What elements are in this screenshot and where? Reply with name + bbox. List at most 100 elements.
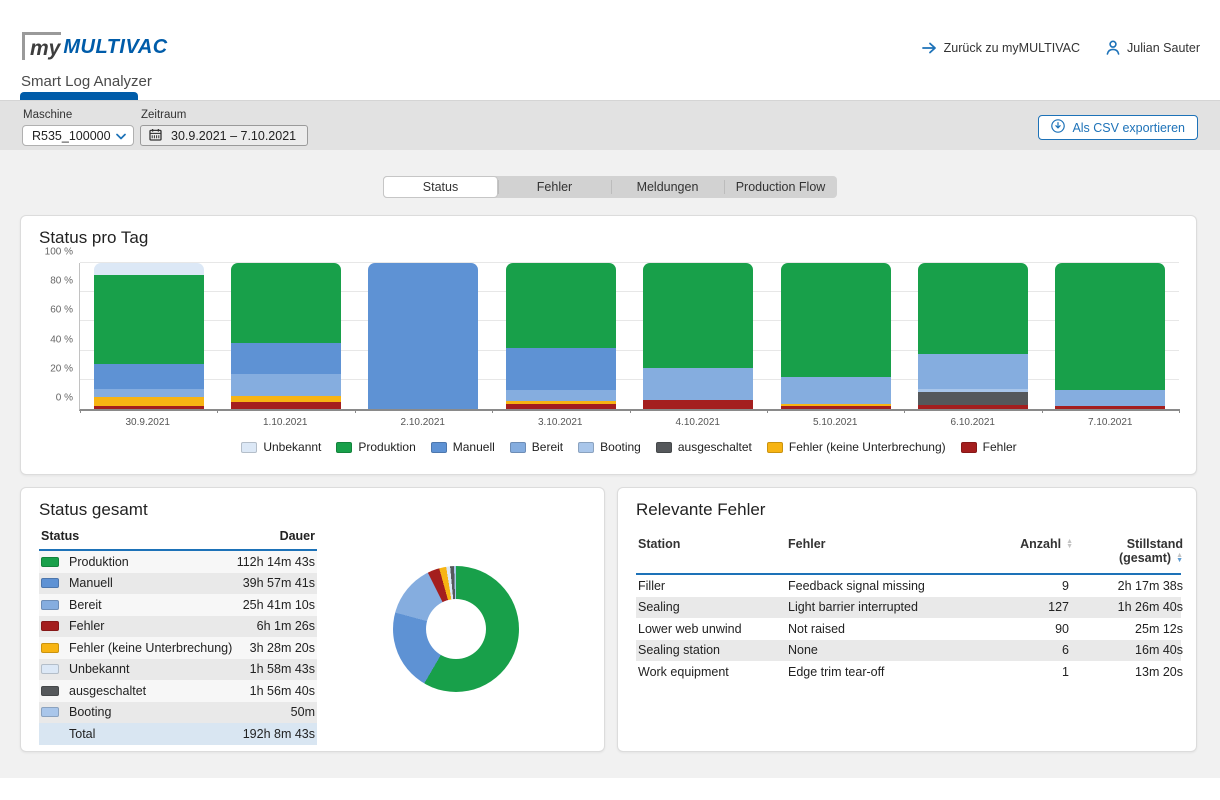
bar-segment-produktion [643,263,753,368]
back-link-label: Zurück zu myMULTIVAC [944,41,1080,55]
stacked-bar [506,263,616,409]
status-duration: 1h 58m 43s [250,662,315,676]
y-axis-label: 0 % [33,393,73,404]
legend-item: Bereit [510,440,563,454]
x-axis-tick [355,409,356,413]
calendar-icon [149,128,162,144]
x-axis-labels: 30.9.20211.10.20212.10.20213.10.20214.10… [79,417,1179,428]
sort-icon-anzahl[interactable]: ▲▼ [1066,540,1073,550]
x-axis-label: 6.10.2021 [904,417,1042,428]
status-swatch [41,686,59,696]
export-csv-button[interactable]: Als CSV exportieren [1038,115,1198,140]
anzahl-column-header[interactable]: Anzahl▲▼ [983,537,1073,565]
status-duration: 39h 57m 41s [243,576,315,590]
legend-swatch [241,442,257,453]
stacked-bar [231,263,341,409]
bar-segment-fehler [231,402,341,409]
bar-group [630,263,767,409]
table-row: Sealing stationNone616m 40s [636,640,1181,662]
stacked-bar-chart: 0 %20 %40 %60 %80 %100 % [79,263,1179,411]
tab-fehler[interactable]: Fehler [498,176,611,198]
user-icon [1106,40,1120,55]
status-label: Manuell [69,576,243,590]
status-swatch [41,643,59,653]
chevron-down-icon [116,129,126,143]
error-count: 1 [983,665,1073,679]
x-axis-label: 2.10.2021 [354,417,492,428]
stacked-bar [918,263,1028,409]
x-axis-tick [904,409,905,413]
status-total-table-header: Status Dauer [39,524,317,551]
legend-item: ausgeschaltet [656,440,752,454]
error-name: Edge trim tear-off [788,665,983,679]
bar-segment-unbekannt [94,263,204,275]
status-duration: 112h 14m 43s [237,555,315,569]
legend-swatch [961,442,977,453]
legend-swatch [767,442,783,453]
x-axis-label: 4.10.2021 [629,417,767,428]
error-station: Filler [638,579,788,593]
table-row-total: Total192h 8m 43s [39,723,317,745]
bar-segment-fehler [94,406,204,409]
status-swatch [41,578,59,588]
error-name: Not raised [788,622,983,636]
bar-segment-bereit [918,354,1028,389]
bar-group [1042,263,1179,409]
stacked-bar [368,263,478,409]
table-row: Work equipmentEdge trim tear-off113m 20s [636,661,1181,683]
logo-brand-text: MULTIVAC [63,36,167,59]
status-duration: 6h 1m 26s [257,619,315,633]
app-header: my MULTIVAC Smart Log Analyzer Zurück zu… [0,0,1220,100]
export-csv-label: Als CSV exportieren [1072,121,1185,135]
bar-segment-produktion [94,275,204,364]
tab-status[interactable]: Status [383,176,498,198]
status-duration: 50m [291,705,315,719]
bar-segment-fehler-keine-unterbrechung- [94,397,204,406]
bar-segment-ausgeschaltet [918,392,1028,406]
bar-segment-bereit [94,389,204,398]
table-row: Manuell39h 57m 41s [39,573,317,595]
table-row: SealingLight barrier interrupted1271h 26… [636,597,1181,619]
bar-group [492,263,629,409]
y-axis-label: 60 % [33,305,73,316]
relevant-errors-table-header: Station Fehler Anzahl▲▼ Stillstand (gesa… [636,530,1181,575]
filter-bar: Maschine Zeitraum R535_100000 30.9.2021 … [0,100,1220,150]
x-axis-tick [767,409,768,413]
machine-select-value: R535_100000 [32,129,111,143]
tab-meldungen[interactable]: Meldungen [611,176,724,198]
bar-segment-bereit [781,377,891,404]
period-datepicker[interactable]: 30.9.2021 – 7.10.2021 [140,125,308,146]
status-swatch [41,621,59,631]
user-menu[interactable]: Julian Sauter [1106,40,1200,55]
status-duration: 25h 41m 10s [243,598,315,612]
table-row: Fehler (keine Unterbrechung)3h 28m 20s [39,637,317,659]
tab-production-flow[interactable]: Production Flow [724,176,837,198]
stillstand-column-header[interactable]: Stillstand (gesamt)▲▼ [1073,537,1183,565]
bar-groups [80,263,1179,409]
legend-item: Manuell [431,440,495,454]
mymultivac-logo[interactable]: my MULTIVAC [22,32,168,60]
relevant-errors-title: Relevante Fehler [636,500,765,520]
machine-select[interactable]: R535_100000 [22,125,134,146]
y-axis-label: 40 % [33,334,73,345]
status-swatch [41,707,59,717]
y-axis-label: 20 % [33,363,73,374]
bar-segment-produktion [781,263,891,377]
back-to-mymultivac-link[interactable]: Zurück zu myMULTIVAC [922,41,1080,55]
y-axis-label: 100 % [33,247,73,258]
sort-icon-stillstand[interactable]: ▲▼ [1176,554,1183,564]
dauer-column-header: Dauer [280,529,315,543]
download-icon [1051,119,1065,136]
status-total-title: Status gesamt [39,500,148,520]
bar-segment-produktion [918,263,1028,354]
bar-segment-produktion [231,263,341,343]
bar-group [355,263,492,409]
main-content: StatusFehlerMeldungenProduction Flow Sta… [0,150,1220,778]
station-column-header: Station [638,537,788,565]
x-axis-tick [80,409,81,413]
error-name: None [788,643,983,657]
legend-swatch [656,442,672,453]
stacked-bar [781,263,891,409]
bar-segment-manuell [231,343,341,374]
y-axis-label: 80 % [33,276,73,287]
